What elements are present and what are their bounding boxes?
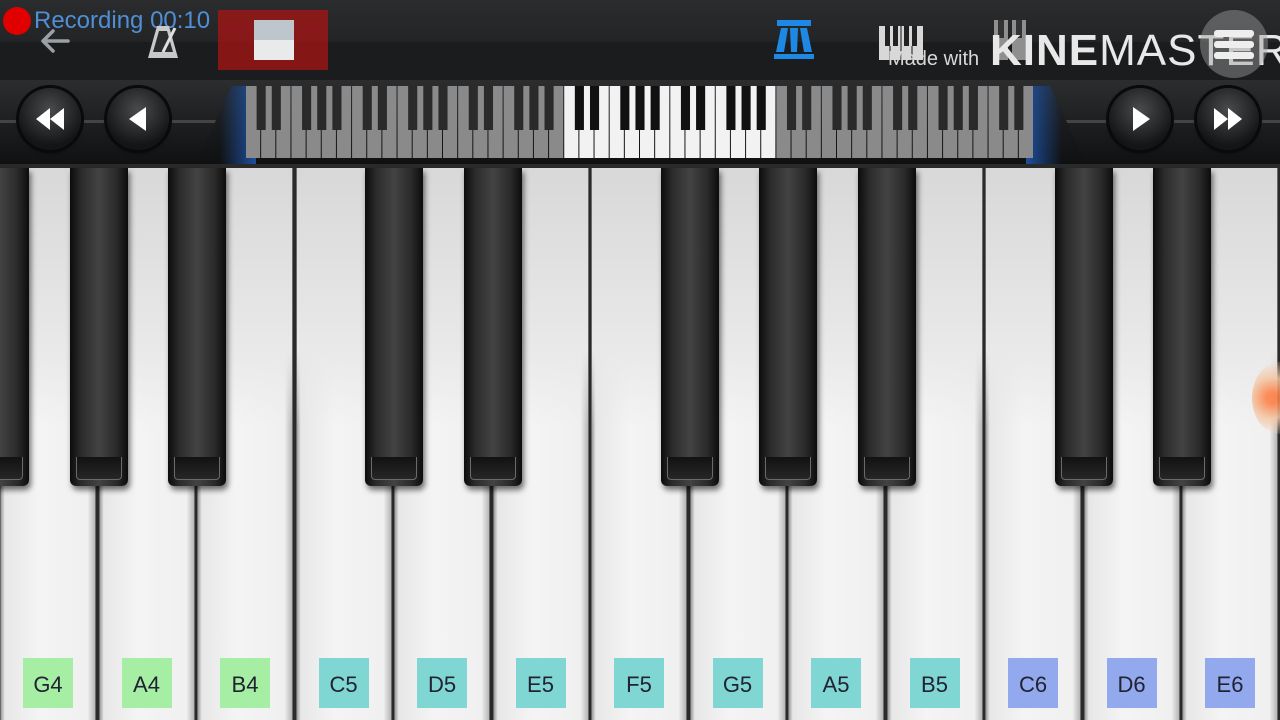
menu-line: [1214, 52, 1254, 59]
note-label: A5: [811, 658, 861, 708]
black-key[interactable]: [0, 168, 29, 486]
overview-black-key: [999, 86, 1009, 130]
note-label: C6: [1008, 658, 1058, 708]
overview-black-key: [332, 86, 342, 130]
overview-black-key: [408, 86, 418, 130]
note-label: B5: [909, 658, 960, 708]
overview-black-key: [953, 86, 963, 130]
overview-black-key: [635, 86, 645, 130]
overview-black-key: [271, 86, 281, 130]
overview-black-key: [908, 86, 918, 130]
overview-black-key: [468, 86, 478, 130]
recording-timer: Recording 00:10: [34, 7, 211, 34]
overview-black-key: [423, 86, 433, 130]
note-label: E6: [1205, 658, 1255, 708]
overview-black-key: [438, 86, 448, 130]
menu-icon[interactable]: [1200, 10, 1268, 78]
overview-black-key: [362, 86, 372, 130]
watermark-made-with: Made with: [888, 48, 980, 70]
note-label: E5: [515, 658, 566, 708]
black-key[interactable]: [660, 168, 719, 486]
step-back-icon: [129, 107, 146, 131]
fast-rewind-button[interactable]: [19, 88, 81, 150]
overview-black-key: [256, 86, 266, 130]
overview-black-key: [574, 86, 584, 130]
overview-black-key: [620, 86, 630, 130]
step-back-button[interactable]: [107, 88, 169, 150]
step-forward-icon: [1133, 107, 1150, 131]
metronome-icon[interactable]: [145, 22, 181, 60]
black-key[interactable]: [463, 168, 522, 486]
black-key[interactable]: [365, 168, 423, 486]
overview-black-key: [544, 86, 554, 130]
overview-black-key: [650, 86, 660, 130]
note-label: D6: [1106, 658, 1157, 708]
overview-black-key: [862, 86, 872, 130]
step-forward-button[interactable]: [1109, 88, 1171, 150]
note-label: C5: [318, 658, 369, 708]
black-key[interactable]: [168, 168, 226, 486]
overview-black-key: [893, 86, 903, 130]
overview-black-key: [741, 86, 751, 130]
note-label: B4: [220, 658, 270, 708]
black-key[interactable]: [1054, 168, 1113, 486]
overview-black-key: [847, 86, 857, 130]
fast-forward-button[interactable]: [1197, 88, 1259, 150]
black-key[interactable]: [1153, 168, 1211, 486]
overview-black-key: [529, 86, 539, 130]
overview-black-key: [756, 86, 766, 130]
stop-recording-button[interactable]: [218, 10, 328, 70]
overview-black-key: [832, 86, 842, 130]
overview-black-key: [968, 86, 978, 130]
overview-black-key: [377, 86, 387, 130]
note-label: A4: [121, 658, 172, 708]
watermark-brand-bold: KINE: [990, 26, 1100, 75]
piano-keyboard: G4 A4 B4 C5 D5 E5 F5 G5 A5 B5 C6 D6 E6: [0, 164, 1280, 720]
overview-black-key: [514, 86, 524, 130]
overview-black-key: [317, 86, 327, 130]
single-row-mode-icon[interactable]: [770, 18, 818, 62]
overview-black-key: [802, 86, 812, 130]
black-key[interactable]: [759, 168, 817, 486]
top-bar: Recording 00:10 Made with KINEMASTER: [0, 0, 1280, 80]
overview-black-key: [1014, 86, 1024, 130]
overview-black-key: [726, 86, 736, 130]
note-label: G5: [712, 658, 763, 708]
note-label: F5: [614, 658, 664, 708]
overview-black-key: [786, 86, 797, 130]
note-label: G4: [23, 658, 73, 708]
stop-icon: [254, 20, 294, 60]
overview-black-key: [483, 86, 494, 130]
black-key[interactable]: [857, 168, 916, 486]
note-label: D5: [417, 658, 467, 708]
overview-black-key: [589, 86, 600, 130]
menu-line: [1214, 30, 1254, 37]
overview-black-key: [680, 86, 691, 130]
black-key[interactable]: [69, 168, 128, 486]
recording-indicator-icon: [3, 7, 31, 35]
overview-black-key: [938, 86, 948, 130]
fast-rewind-icon: [36, 108, 64, 130]
fast-forward-icon: [1214, 108, 1242, 130]
keyboard-overview-slider[interactable]: [246, 86, 1034, 158]
overview-black-key: [302, 86, 312, 130]
menu-line: [1214, 41, 1254, 48]
overview-black-key: [696, 86, 706, 130]
